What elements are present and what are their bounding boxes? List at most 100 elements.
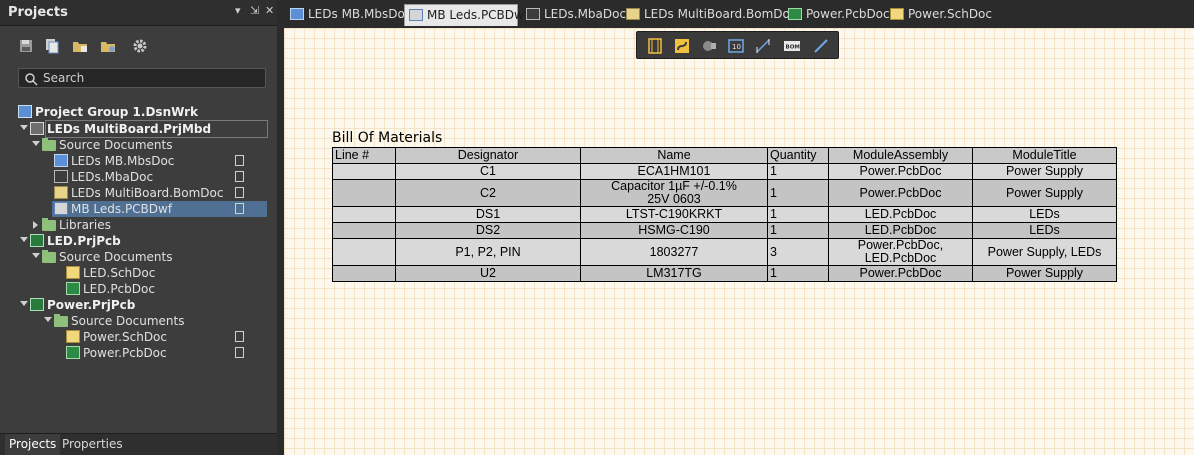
expand-arrow-icon[interactable]	[20, 301, 28, 306]
tree-item-label: LED.PrjPcb	[47, 234, 121, 248]
document-modified-icon	[235, 155, 244, 166]
expand-arrow-icon[interactable]	[32, 141, 40, 146]
schematic-document-icon	[66, 266, 80, 279]
table-cell	[332, 265, 396, 282]
multiboard-project-icon	[30, 122, 44, 135]
gear-icon[interactable]	[132, 38, 148, 54]
tab-mb-leds-pcbdwf[interactable]: MB Leds.PCBDwf	[404, 4, 528, 26]
folder-icon	[42, 138, 56, 151]
draftsman-canvas[interactable]: 10 BOM Bill Of Materials Line # Designat…	[284, 28, 1194, 455]
column-header: Quantity	[767, 147, 829, 164]
column-header: ModuleAssembly	[828, 147, 973, 164]
tab-label: Power.PcbDoc	[806, 7, 890, 21]
tree-item-power-schdoc[interactable]: Power.SchDoc	[0, 329, 277, 345]
table-cell: LEDs	[972, 206, 1117, 223]
board-assembly-view-icon[interactable]	[646, 37, 664, 55]
component-view-icon[interactable]	[700, 37, 718, 55]
table-cell: 1	[767, 163, 829, 180]
search-placeholder: Search	[43, 71, 85, 85]
tree-item-source-documents[interactable]: Source Documents	[0, 313, 277, 329]
tab-label: MB Leds.PCBDwf	[427, 8, 529, 22]
tab-power-schdoc[interactable]: Power.SchDoc	[886, 4, 992, 26]
pcb-project-icon	[30, 298, 44, 311]
tree-item-led-pcbdoc[interactable]: LED.PcbDoc	[0, 281, 277, 297]
tree-item-project-group[interactable]: Project Group 1.DsnWrk	[0, 104, 277, 120]
table-cell: U2	[395, 265, 581, 282]
tree-item-label: LEDs.MbaDoc	[71, 170, 154, 184]
table-cell	[332, 163, 396, 180]
tree-item-label: Power.PcbDoc	[83, 346, 167, 360]
bom-icon[interactable]: BOM	[783, 37, 801, 55]
tab-properties[interactable]: Properties	[58, 434, 127, 455]
table-cell: LED.PcbDoc	[828, 206, 973, 223]
table-cell: C2	[395, 179, 581, 207]
design-workspace-icon	[18, 105, 32, 118]
table-cell	[332, 238, 396, 266]
expand-arrow-icon[interactable]	[20, 237, 28, 242]
dimension-icon[interactable]	[754, 37, 772, 55]
tab-leds-multiboard-bomdoc[interactable]: LEDs MultiBoard.BomDoc	[622, 4, 796, 26]
table-cell	[332, 206, 396, 223]
table-cell: LEDs	[972, 222, 1117, 239]
pcb-document-icon	[788, 8, 802, 20]
table-cell: DS2	[395, 222, 581, 239]
tree-item-led-prjpcb[interactable]: LED.PrjPcb	[0, 233, 277, 249]
projects-panel: Projects ▾ ⇲ ✕ Search Project Group 1.Ds…	[0, 0, 277, 455]
document-modified-icon	[235, 203, 244, 214]
panel-bottom-tabs: Projects Properties	[0, 433, 277, 455]
table-row: C1 ECA1HM101 1 Power.PcbDoc Power Supply	[332, 163, 1117, 180]
bom-document-icon	[54, 186, 68, 199]
tab-projects[interactable]: Projects	[5, 434, 61, 455]
tree-item-leds-mbsdoc[interactable]: LEDs MB.MbsDoc	[0, 153, 277, 169]
multiboard-schematic-icon	[290, 8, 304, 20]
expand-arrow-icon[interactable]	[44, 317, 52, 322]
table-cell: P1, P2, PIN	[395, 238, 581, 266]
line-icon[interactable]	[812, 37, 830, 55]
expand-arrow-icon[interactable]	[20, 125, 28, 130]
tree-item-power-pcbdoc[interactable]: Power.PcbDoc	[0, 345, 277, 361]
table-cell: C1	[395, 163, 581, 180]
save-icon[interactable]	[18, 38, 34, 54]
tree-item-label: Source Documents	[59, 250, 173, 264]
draftsman-document-icon	[409, 9, 423, 21]
tree-item-bomdoc[interactable]: LEDs MultiBoard.BomDoc	[0, 185, 277, 201]
table-header-row: Line # Designator Name Quantity ModuleAs…	[332, 147, 1117, 164]
folder-icon	[54, 314, 68, 327]
multiboard-schematic-icon	[54, 154, 68, 167]
tree-item-power-prjpcb[interactable]: Power.PrjPcb	[0, 297, 277, 313]
tab-power-pcbdoc[interactable]: Power.PcbDoc	[784, 4, 890, 26]
wire-harness-icon[interactable]	[673, 37, 691, 55]
schematic-document-icon	[66, 330, 80, 343]
tree-item-leds-multiboard-project[interactable]: LEDs MultiBoard.PrjMbd	[0, 120, 277, 138]
tree-item-source-documents[interactable]: Source Documents	[0, 249, 277, 265]
expand-arrow-icon[interactable]	[32, 253, 40, 258]
search-icon	[25, 73, 38, 86]
close-icon[interactable]: ✕	[265, 4, 274, 17]
project-options-icon[interactable]	[100, 38, 116, 54]
pcb-document-icon	[66, 346, 80, 359]
search-input[interactable]: Search	[18, 68, 266, 88]
tree-item-libraries[interactable]: Libraries	[0, 217, 277, 233]
title-block-icon[interactable]: 10	[727, 37, 745, 55]
tree-item-source-documents[interactable]: Source Documents	[0, 137, 277, 153]
copy-documents-icon[interactable]	[44, 38, 60, 54]
bom-table[interactable]: Line # Designator Name Quantity ModuleAs…	[332, 147, 1117, 282]
panel-menu-chevron-icon[interactable]: ▾	[235, 4, 241, 17]
collapse-arrow-icon[interactable]	[33, 221, 38, 229]
tab-leds-mbadoc[interactable]: LEDs.MbaDoc	[522, 4, 626, 26]
tree-item-label: LED.SchDoc	[83, 266, 156, 280]
pin-icon[interactable]: ⇲	[250, 4, 259, 17]
tree-item-led-schdoc[interactable]: LED.SchDoc	[0, 265, 277, 281]
schematic-document-icon	[890, 8, 904, 20]
tree-item-label: Power.PrjPcb	[47, 298, 136, 312]
tree-item-mb-leds-pcbdwf[interactable]: MB Leds.PCBDwf	[0, 201, 277, 217]
open-folder-icon[interactable]	[72, 38, 88, 54]
tab-leds-mb-mbsdoc[interactable]: LEDs MB.MbsDoc	[286, 4, 411, 26]
table-cell: Power.PcbDoc	[828, 163, 973, 180]
table-cell: LED.PcbDoc	[828, 222, 973, 239]
pcb-document-icon	[66, 282, 80, 295]
table-cell: 1803277	[580, 238, 768, 266]
table-cell: 1	[767, 206, 829, 223]
tree-item-leds-mbadoc[interactable]: LEDs.MbaDoc	[0, 169, 277, 185]
table-cell: Power Supply	[972, 179, 1117, 207]
